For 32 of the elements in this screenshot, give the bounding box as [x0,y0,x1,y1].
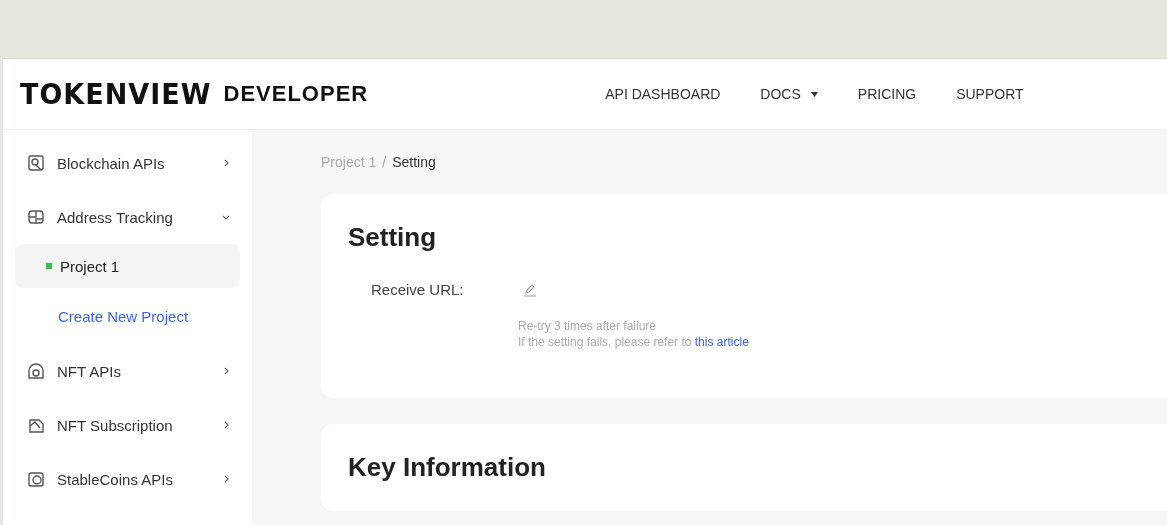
arch-icon [27,362,45,380]
nav-link[interactable]: API DASHBOARD [605,86,721,102]
field-label: Receive URL: [371,281,465,298]
sidebar-item[interactable]: NFT APIs [3,344,252,398]
sidebar-item[interactable]: Blockchain APIs [3,136,252,190]
chevron-right-icon [222,159,230,167]
create-project-link[interactable]: Create New Project [15,294,240,338]
chevron-right-icon [222,475,230,483]
nav-link[interactable]: SUPPORT [956,86,1024,102]
hint-text: Re-try 3 times after failure [518,318,658,334]
nav-link[interactable]: PRICING [857,86,917,102]
chevron-down-icon [222,213,230,221]
nav-link[interactable]: DOCS [760,86,818,102]
chevron-right-icon [222,367,230,375]
article-link[interactable]: this article [694,335,749,349]
logo-subtitle: DEVELOPER [223,81,369,107]
sidebar-item[interactable]: StableCoins APIs [3,452,252,506]
edit-icon[interactable] [523,282,537,297]
sidebar-item[interactable]: NFT Subscription [3,398,252,452]
map-icon [27,208,45,226]
card-title: Key Information [348,452,547,483]
card-title: Setting [348,222,438,253]
tag-icon [27,416,45,434]
coin-icon [27,470,45,488]
project-item[interactable]: Project 1 [15,244,240,288]
sidebar-item[interactable]: Address Tracking [3,190,252,244]
breadcrumb-current: Setting [392,154,436,170]
logo: TOKENVIEW [20,77,212,111]
chevron-right-icon [222,421,230,429]
hint-text: If the setting fails, please refer to this article [518,334,750,350]
breadcrumb-separator: / [382,154,387,170]
magnifier-icon [27,154,45,172]
